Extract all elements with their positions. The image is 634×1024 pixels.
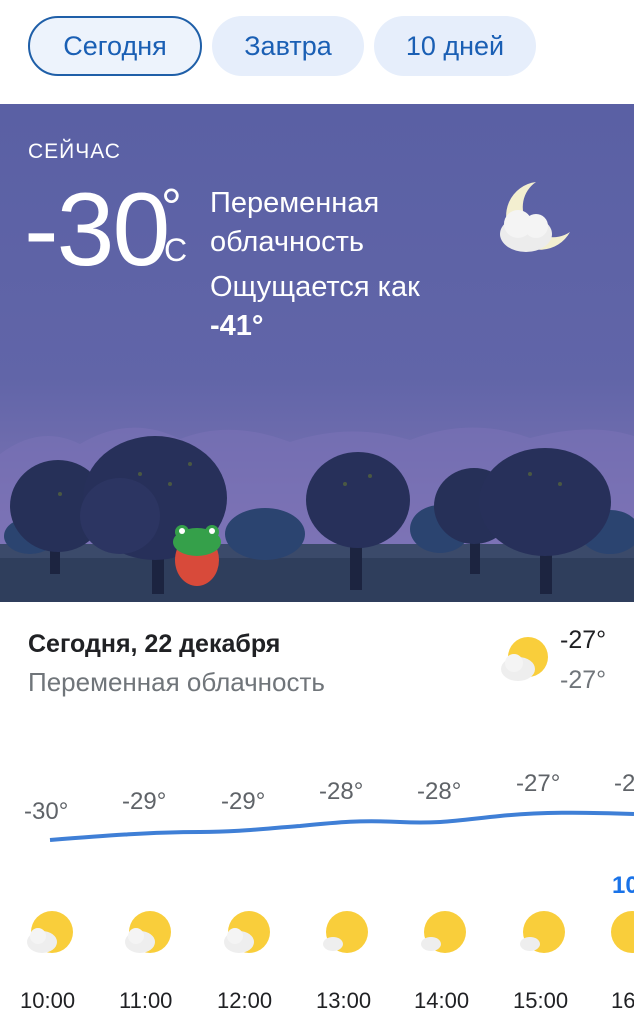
sun-cloud-icon (421, 911, 466, 953)
hourly-extra-label: 10 (612, 872, 634, 899)
sun-cloud-icon (125, 911, 171, 953)
temperature-trend-line (49, 810, 634, 842)
current-condition: Переменная облачность (210, 187, 380, 258)
sun-cloud-icon (224, 911, 270, 953)
hour-time: 16 (611, 988, 634, 1013)
hour-temp: -27° (516, 770, 561, 797)
tab-today[interactable]: Сегодня (28, 16, 202, 76)
sun-cloud-icon (501, 637, 548, 681)
sun-cloud-icon (520, 911, 565, 953)
current-temperature: -30 (24, 172, 170, 288)
moon-cloud-icon (500, 182, 570, 252)
now-label: СЕЙЧАС (28, 140, 121, 163)
day-high-temp: -27° (560, 626, 607, 654)
hour-time: 12:00 (217, 988, 273, 1013)
current-weather-panel: СЕЙЧАС -30 ° C Переменная облачность Ощу… (0, 104, 634, 602)
sun-cloud-icon (611, 911, 634, 953)
day-title: Сегодня, 22 декабря (28, 630, 281, 658)
tab-10-days[interactable]: 10 дней (374, 16, 536, 76)
hour-temp: -29° (221, 788, 266, 815)
degree-symbol: ° (161, 179, 182, 237)
hour-time: 14:00 (414, 988, 470, 1013)
temperature-unit: C (164, 232, 188, 268)
forecast-tabs: Сегодня Завтра 10 дней (0, 0, 634, 104)
day-low-temp: -27° (560, 666, 607, 694)
hour-time: 13:00 (316, 988, 372, 1013)
tab-tomorrow[interactable]: Завтра (212, 16, 364, 76)
hour-time: 15:00 (513, 988, 569, 1013)
hour-temp: -28° (417, 778, 462, 805)
hour-time: 11:00 (119, 988, 173, 1013)
sun-cloud-icon (323, 911, 368, 953)
sun-cloud-icon (27, 911, 73, 953)
hour-temp: -30° (24, 798, 69, 825)
feels-like-label: Ощущается как (210, 271, 420, 303)
hour-temp: -29° (122, 788, 167, 815)
hour-time: 10:00 (20, 988, 76, 1013)
feels-like-value: -41° (210, 310, 264, 342)
hour-temp: -2 (614, 770, 634, 797)
day-condition: Переменная облачность (28, 667, 325, 697)
hourly-forecast[interactable]: -30° -29° -29° -28° -28° -27° -2 10 10:0… (0, 740, 634, 1024)
hour-temp: -28° (319, 778, 364, 805)
